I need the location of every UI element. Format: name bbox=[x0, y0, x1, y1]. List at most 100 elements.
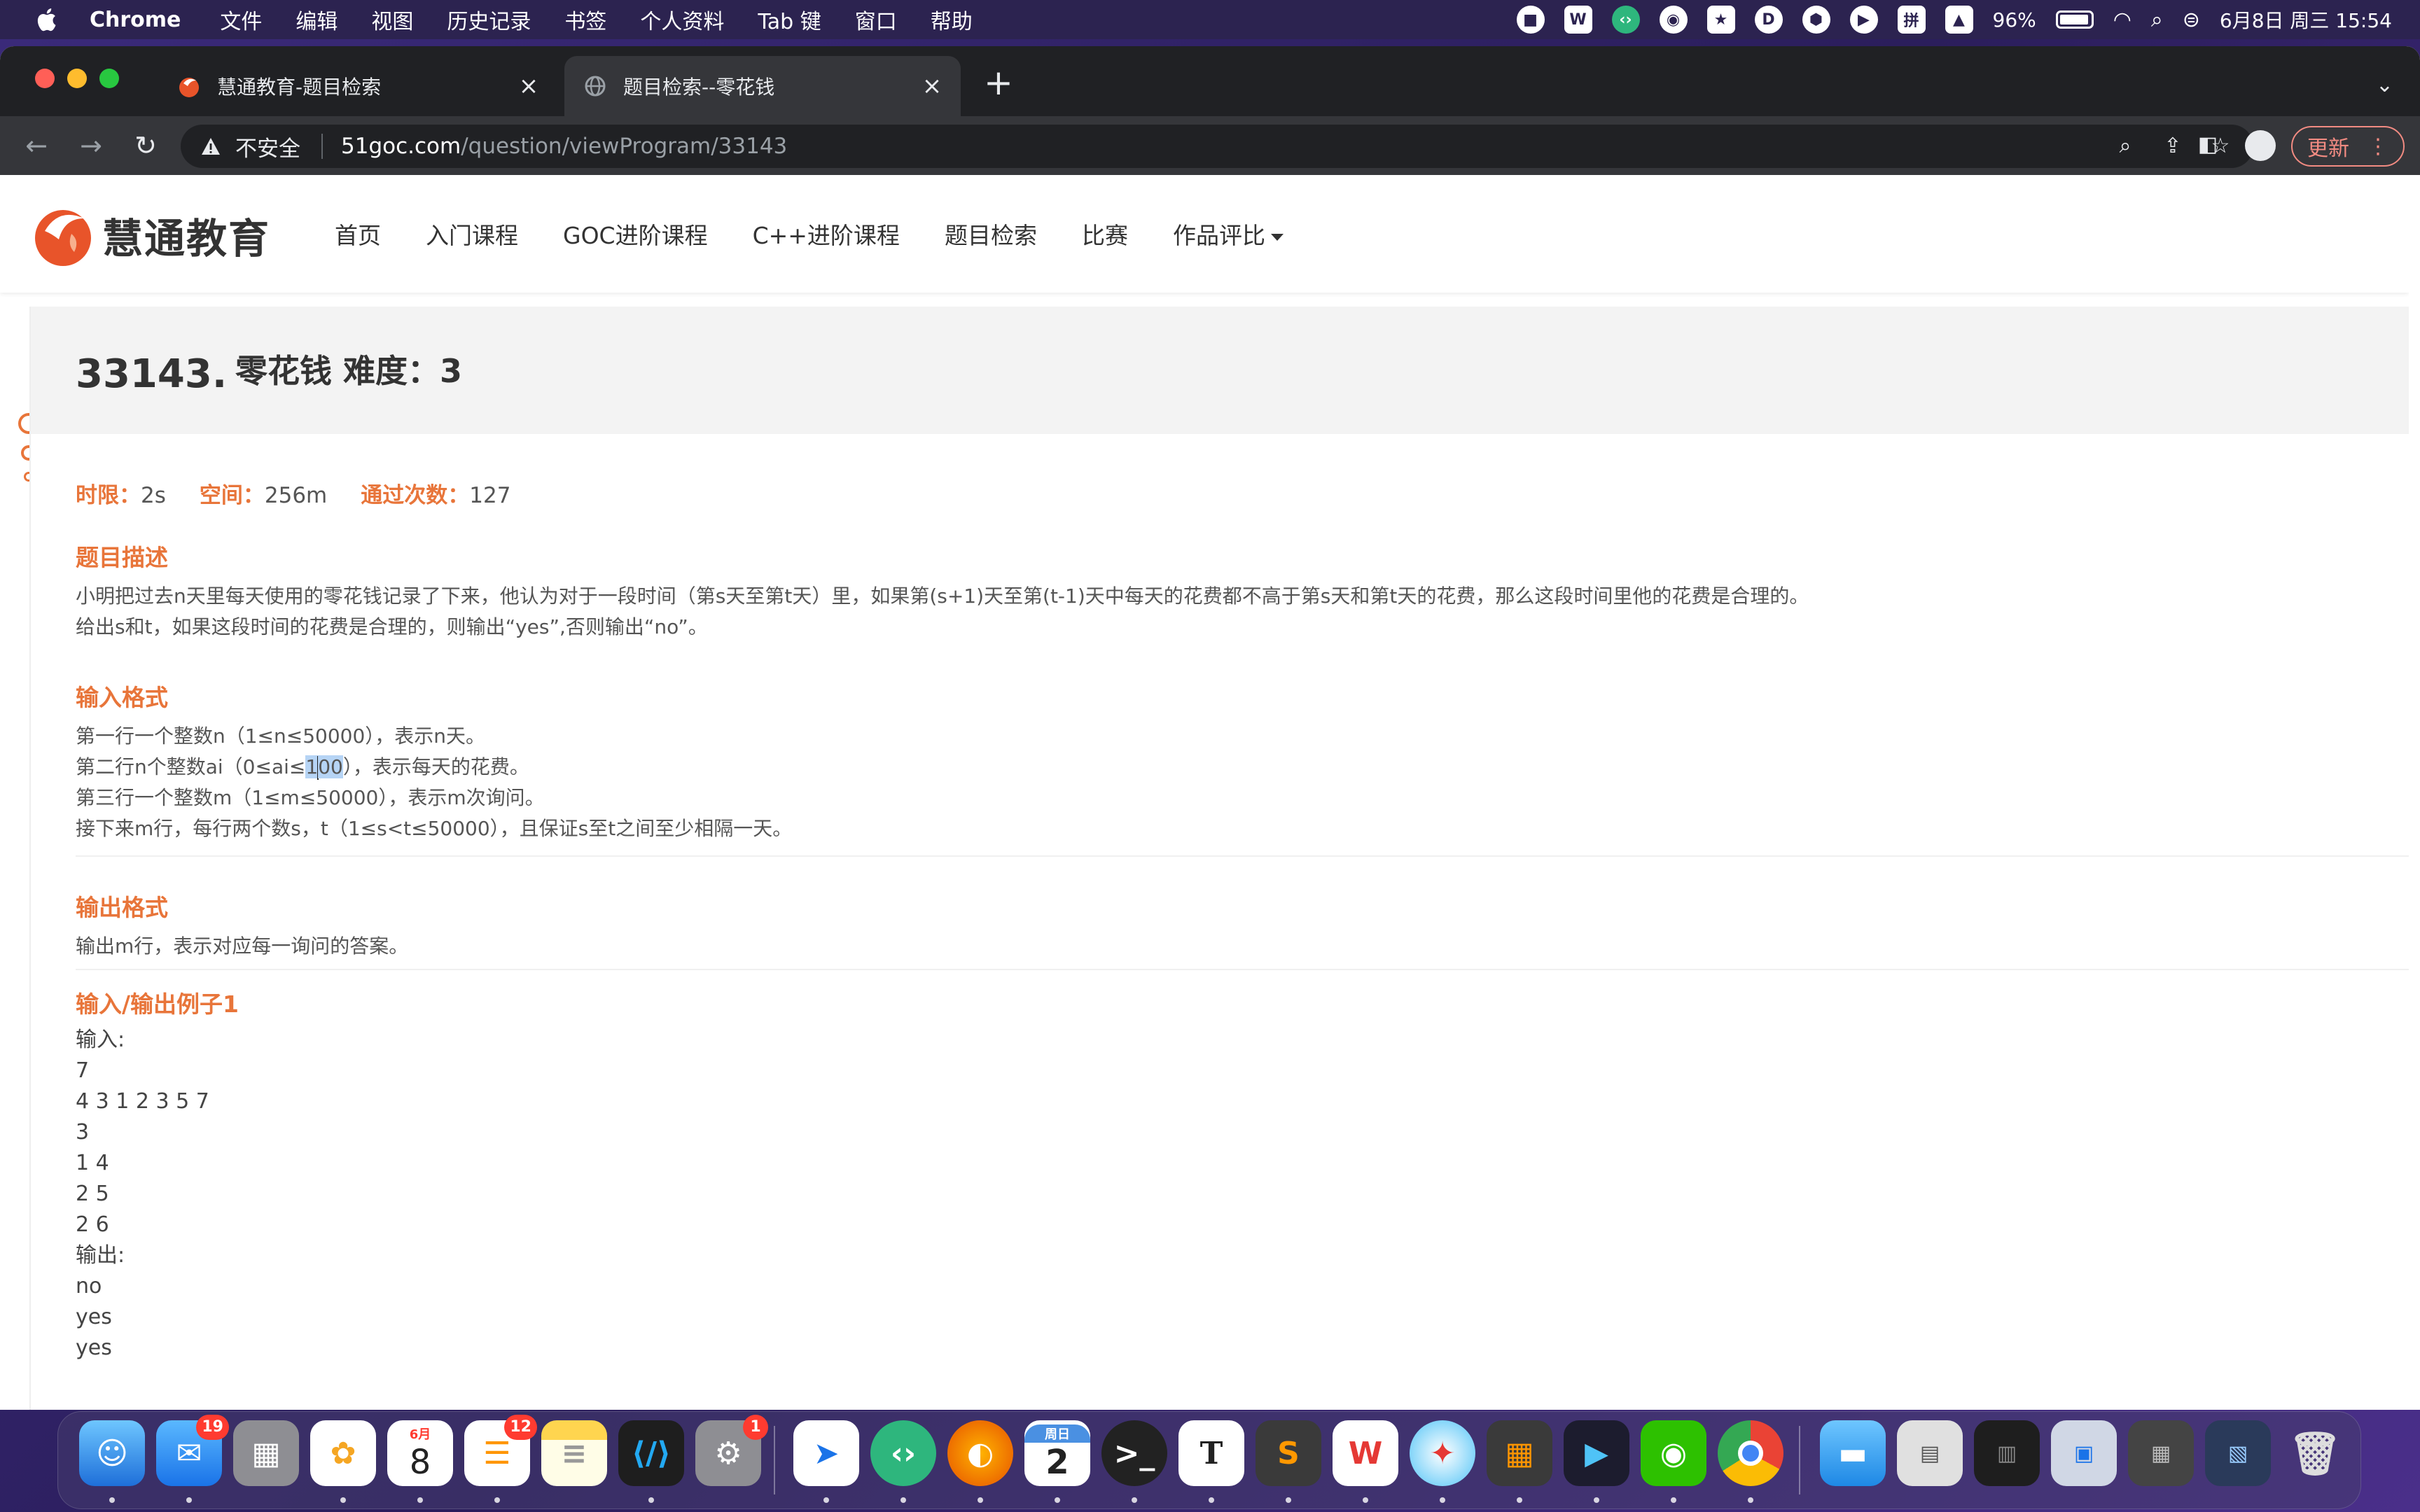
settings-badge: 1 bbox=[743, 1415, 768, 1440]
tab-huitong-search[interactable]: 慧通教育-题目检索 × bbox=[158, 56, 557, 116]
screen-stack-3-icon[interactable]: ▦ bbox=[2128, 1420, 2194, 1486]
profile-avatar-icon[interactable] bbox=[2245, 130, 2276, 161]
play-icon[interactable]: ▶ bbox=[1849, 6, 1878, 34]
fullscreen-window-button[interactable] bbox=[99, 69, 119, 88]
trash-icon[interactable]: 🗑 bbox=[2282, 1420, 2348, 1486]
nav-contest[interactable]: 比赛 bbox=[1082, 217, 1128, 251]
side-panel-icon[interactable]: ◧ bbox=[2192, 129, 2224, 161]
nav-intro-courses[interactable]: 入门课程 bbox=[426, 217, 518, 251]
battery-icon[interactable] bbox=[2055, 10, 2094, 29]
menu-bookmarks[interactable]: 书签 bbox=[564, 4, 606, 35]
site-logo[interactable]: 慧通教育 bbox=[31, 203, 270, 267]
photos-icon[interactable]: ✿ bbox=[310, 1420, 376, 1486]
new-tab-button[interactable]: + bbox=[983, 65, 1014, 100]
menu-file[interactable]: 文件 bbox=[220, 4, 262, 35]
menu-app-name[interactable]: Chrome bbox=[90, 8, 181, 32]
system-preferences-icon[interactable]: ⚙ 1 bbox=[695, 1415, 768, 1486]
terminal-icon[interactable]: >_ bbox=[1101, 1420, 1167, 1486]
nav-goc-advanced[interactable]: GOC进阶课程 bbox=[563, 217, 708, 251]
nav-works-review-dropdown[interactable]: 作品评比 bbox=[1173, 217, 1284, 251]
time-limit-value: 2s bbox=[141, 483, 166, 508]
caret-down-icon bbox=[1270, 233, 1284, 241]
forward-button[interactable]: → bbox=[76, 130, 106, 161]
close-tab-icon[interactable]: × bbox=[518, 74, 539, 98]
minimize-window-button[interactable] bbox=[67, 69, 87, 88]
screen-stack-icon[interactable]: ▥ bbox=[1974, 1420, 2040, 1486]
notes-icon[interactable]: ≡ bbox=[541, 1420, 607, 1486]
menu-window[interactable]: 窗口 bbox=[855, 4, 897, 35]
feishu-icon[interactable]: ➤ bbox=[793, 1420, 859, 1486]
vscode-icon[interactable]: ⟨/⟩ bbox=[618, 1420, 684, 1486]
code-helper-icon[interactable]: ‹› bbox=[870, 1420, 936, 1486]
screen-stack-2-icon[interactable]: ▣ bbox=[2051, 1420, 2117, 1486]
tab-search-chevron-icon[interactable]: ⌄ bbox=[2376, 73, 2393, 97]
firefox-icon[interactable]: ◐ bbox=[947, 1420, 1013, 1486]
close-tab-icon[interactable]: × bbox=[922, 74, 943, 98]
folder-icon[interactable]: ▬ bbox=[1820, 1420, 1886, 1486]
desktop: Chrome 文件 编辑 视图 历史记录 书签 个人资料 Tab 键 窗口 帮助… bbox=[0, 0, 2420, 1512]
menu-profile[interactable]: 个人资料 bbox=[640, 4, 724, 35]
apple-menu-icon[interactable] bbox=[32, 6, 60, 34]
menu-help[interactable]: 帮助 bbox=[931, 4, 973, 35]
tab-strip: 慧通教育-题目检索 × 题目检索--零花钱 × + ⌄ bbox=[0, 46, 2420, 116]
pass-count-value: 127 bbox=[469, 483, 511, 508]
chrome-icon[interactable] bbox=[1718, 1420, 1783, 1486]
stop-icon[interactable]: ■ bbox=[1516, 6, 1545, 34]
address-bar[interactable]: 不安全 51goc.com /question/viewProgram/3314… bbox=[181, 125, 2253, 168]
tab-problem[interactable]: 题目检索--零花钱 × bbox=[564, 56, 961, 116]
calendar-2-icon[interactable]: 周日 2 bbox=[1024, 1420, 1090, 1486]
selected-text: 100 bbox=[305, 755, 343, 780]
insecure-label[interactable]: 不安全 bbox=[235, 131, 300, 162]
wifi-icon[interactable]: ◠ bbox=[2113, 8, 2132, 32]
running-indicator bbox=[186, 1497, 192, 1503]
presentation-icon[interactable]: ▶ bbox=[1564, 1420, 1629, 1486]
sample-line: 输出: bbox=[76, 1243, 125, 1268]
nav-cpp-advanced[interactable]: C++进阶课程 bbox=[753, 217, 900, 251]
update-label: 更新 bbox=[2307, 136, 2349, 161]
pinyin-icon[interactable]: 拼 bbox=[1897, 6, 1926, 34]
zoom-icon[interactable]: ⌕ bbox=[2113, 134, 2137, 158]
url-path: /question/viewProgram/33143 bbox=[461, 134, 788, 159]
photo-icon[interactable]: ▲ bbox=[1945, 6, 1973, 34]
sample-line: 输入: bbox=[76, 1028, 125, 1052]
reminders-icon[interactable]: ☰ 12 bbox=[464, 1415, 537, 1486]
safari-icon[interactable]: ✦ bbox=[1410, 1420, 1475, 1486]
more-menu-icon[interactable]: ⋮ bbox=[2367, 134, 2388, 159]
spotlight-search-icon[interactable]: ⌕ bbox=[2151, 8, 2163, 32]
back-button[interactable]: ← bbox=[21, 130, 52, 161]
preview-stack-icon[interactable]: ▤ bbox=[1897, 1420, 1963, 1486]
address-divider bbox=[321, 134, 323, 159]
typora-icon[interactable]: T bbox=[1178, 1420, 1244, 1486]
shield-icon[interactable]: ⬢ bbox=[1802, 6, 1830, 34]
reload-button[interactable]: ↻ bbox=[130, 130, 161, 161]
wechat-icon[interactable]: ◉ bbox=[1659, 6, 1688, 34]
close-window-button[interactable] bbox=[35, 69, 55, 88]
menu-edit[interactable]: 编辑 bbox=[295, 4, 338, 35]
calculator-icon[interactable]: ▦ bbox=[1487, 1420, 1552, 1486]
update-button[interactable]: 更新 ⋮ bbox=[2291, 126, 2405, 167]
code-icon[interactable]: ‹› bbox=[1611, 6, 1640, 34]
sample-line: 2 5 bbox=[76, 1182, 109, 1206]
menu-history[interactable]: 历史记录 bbox=[447, 4, 531, 35]
nav-home[interactable]: 首页 bbox=[335, 217, 381, 251]
description-line-2: 给出s和t，如果这段时间的花费是合理的，则输出“yes”,否则输出“no”。 bbox=[76, 615, 708, 638]
launchpad-icon[interactable]: ▦ bbox=[233, 1420, 299, 1486]
control-center-icon[interactable]: ⊜ bbox=[2183, 8, 2200, 32]
finder-icon[interactable]: ☺ bbox=[79, 1420, 145, 1486]
sublime-text-icon[interactable]: S bbox=[1256, 1420, 1321, 1486]
box-icon[interactable]: ★ bbox=[1706, 6, 1735, 34]
share-icon[interactable]: ⇪ bbox=[2161, 134, 2185, 158]
calendar-icon[interactable]: 6月 8 bbox=[387, 1420, 453, 1486]
wps-office-icon[interactable]: W bbox=[1333, 1420, 1398, 1486]
warning-triangle-icon[interactable] bbox=[199, 134, 223, 158]
wps-icon[interactable]: W bbox=[1564, 6, 1592, 34]
menu-view[interactable]: 视图 bbox=[371, 4, 413, 35]
reminders-badge: 12 bbox=[504, 1415, 537, 1440]
datetime[interactable]: 6月8日 周三 15:54 bbox=[2220, 6, 2392, 34]
menu-tab-key[interactable]: Tab 键 bbox=[758, 4, 821, 35]
d-icon[interactable]: D bbox=[1754, 6, 1783, 34]
wechat-icon[interactable]: ◉ bbox=[1641, 1420, 1706, 1486]
nav-problem-search[interactable]: 题目检索 bbox=[945, 217, 1037, 251]
screen-stack-4-icon[interactable]: ▧ bbox=[2205, 1420, 2271, 1486]
mail-icon[interactable]: ✉ 19 bbox=[156, 1415, 229, 1486]
